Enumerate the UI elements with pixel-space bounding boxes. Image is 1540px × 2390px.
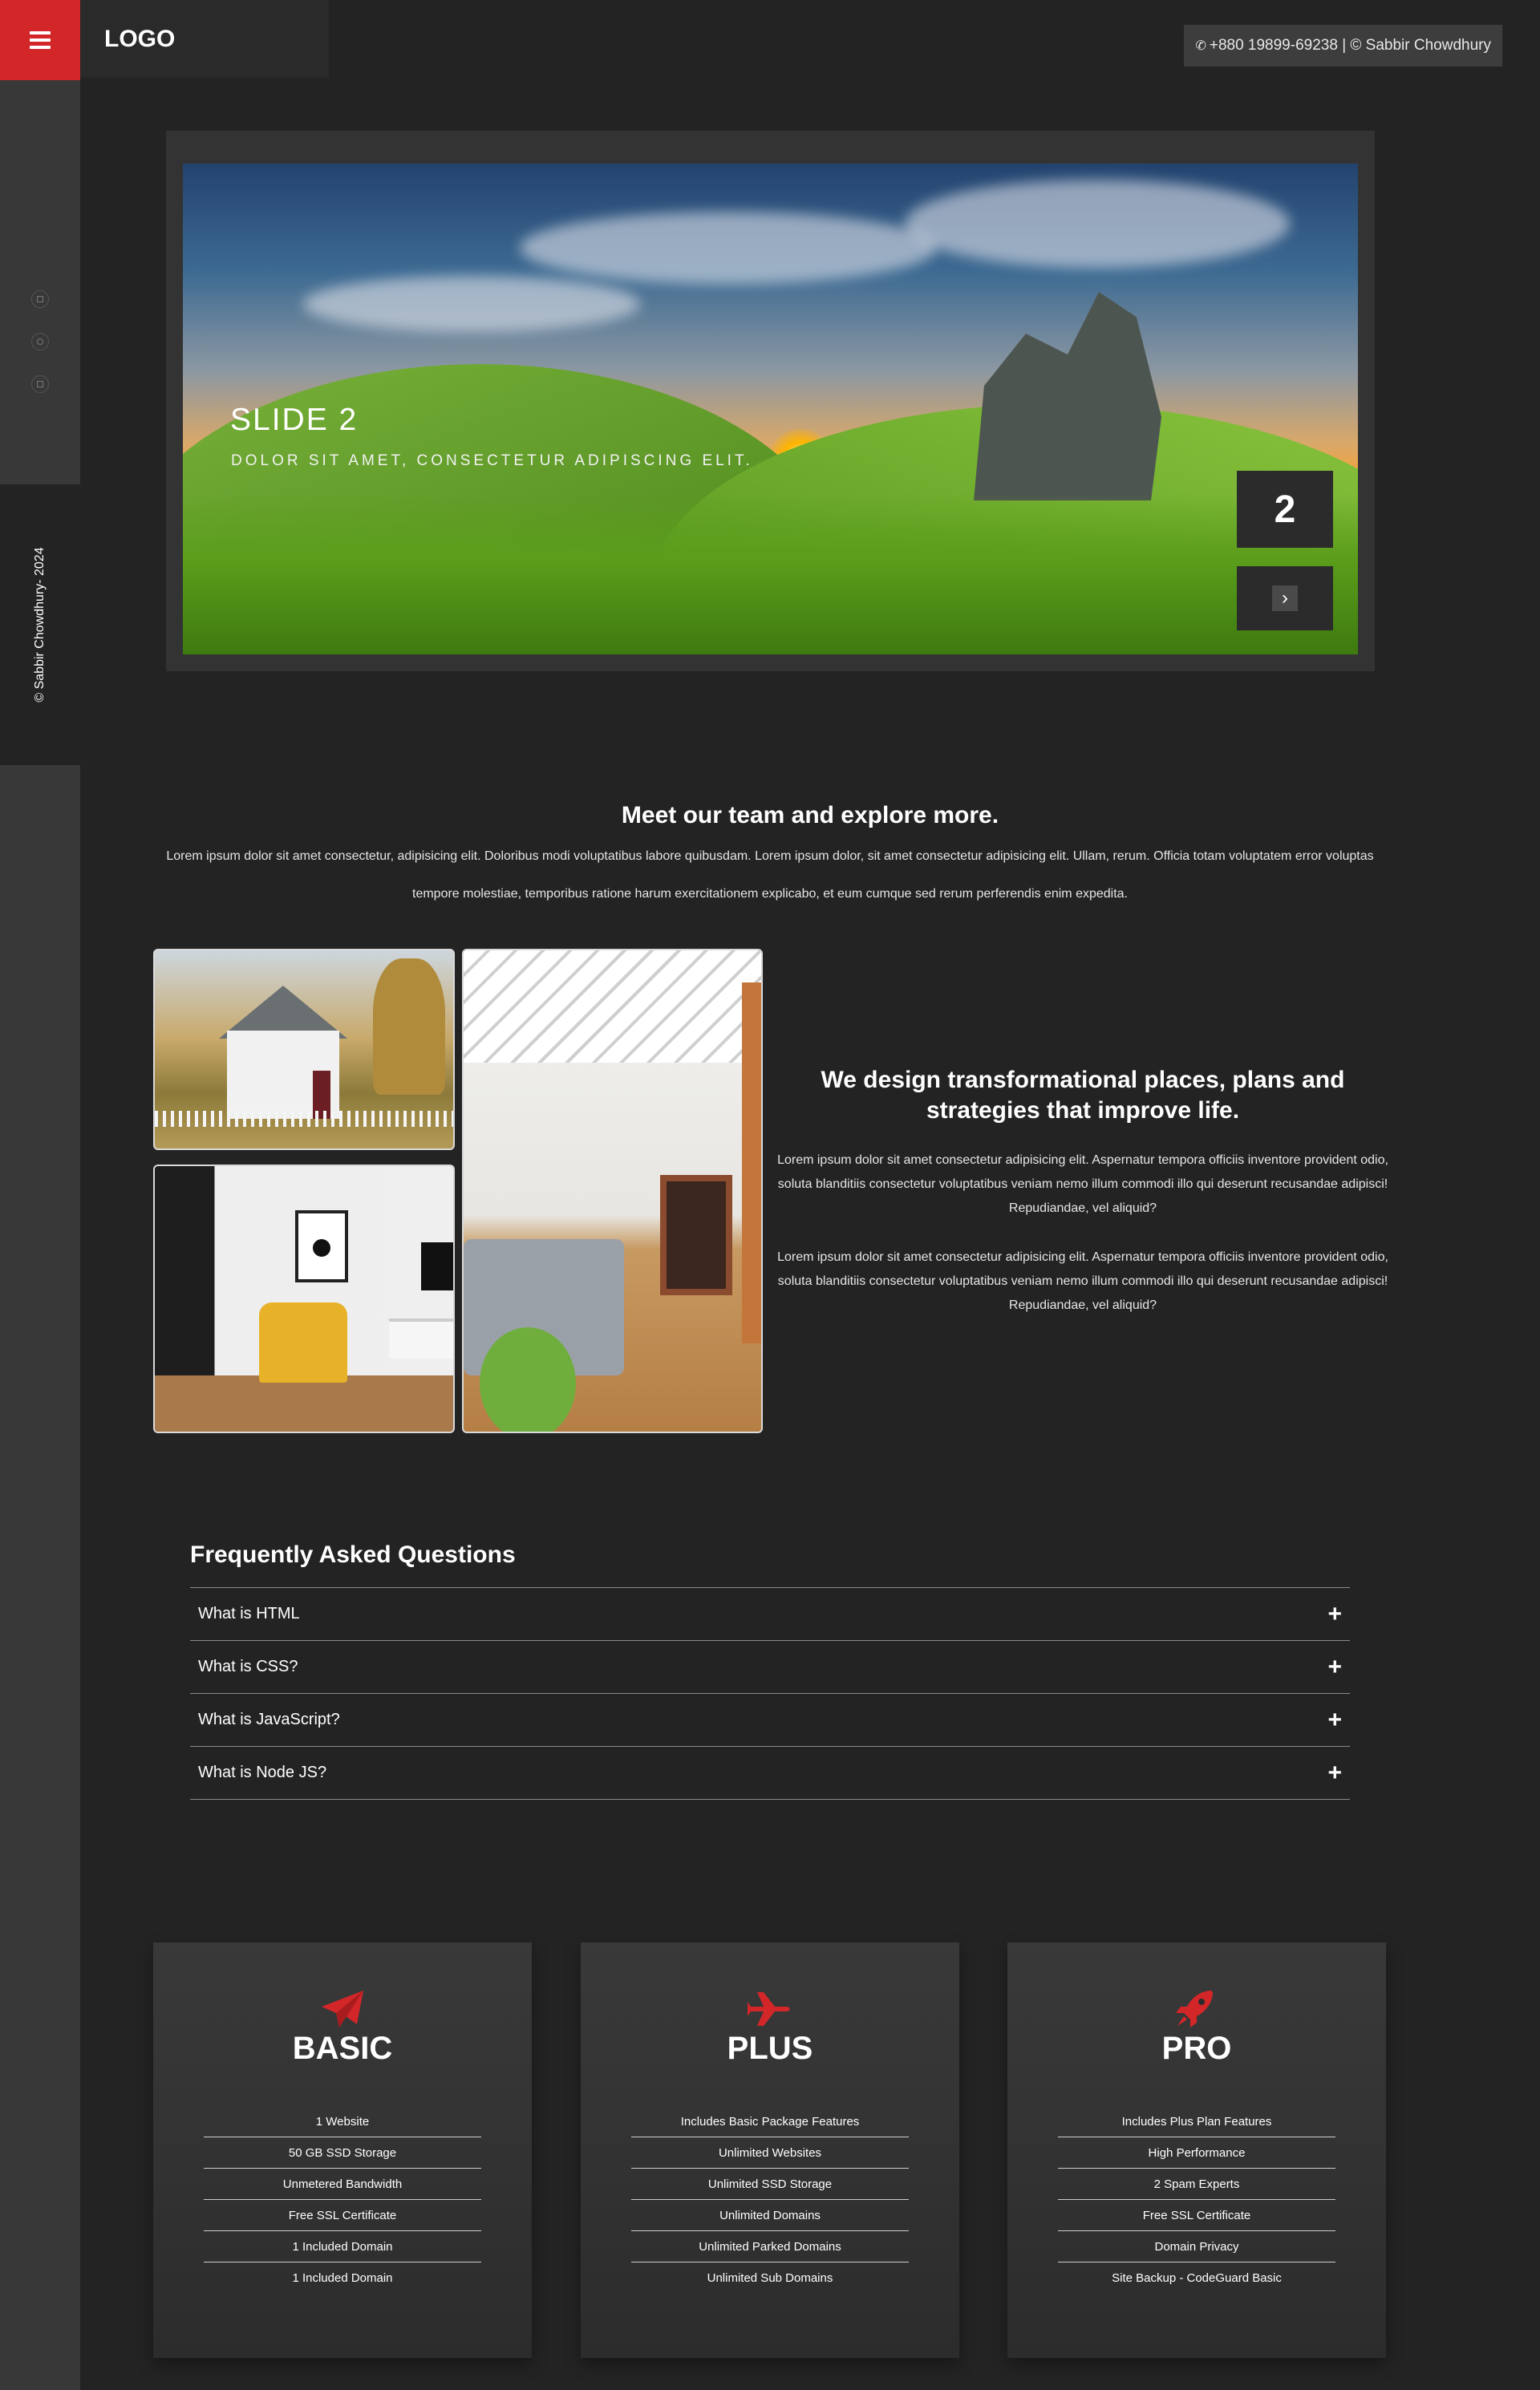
- feature-item: Free SSL Certificate: [204, 2200, 481, 2231]
- feature-item: Unlimited Domains: [631, 2200, 909, 2231]
- sidebar: © Sabbir Chowdhury- 2024: [0, 0, 80, 2390]
- plus-icon[interactable]: +: [1327, 1707, 1342, 1732]
- faq-question: What is CSS?: [198, 1658, 298, 1675]
- logo[interactable]: LOGO: [104, 26, 175, 53]
- feature-list: Includes Basic Package Features Unlimite…: [631, 2106, 909, 2294]
- design-paragraph-2: Lorem ipsum dolor sit amet consectetur a…: [777, 1250, 1388, 1312]
- feature-item: 1 Included Domain: [292, 2271, 393, 2285]
- faq-question: What is HTML: [198, 1605, 300, 1622]
- feature-item: Unmetered Bandwidth: [204, 2169, 481, 2200]
- pricing-card-plus[interactable]: PLUS Includes Basic Package Features Unl…: [581, 1942, 959, 2358]
- pricing-card-basic[interactable]: BASIC 1 Website 50 GB SSD Storage Unmete…: [153, 1942, 532, 2358]
- feature-item: High Performance: [1058, 2137, 1335, 2169]
- faq-item-css[interactable]: What is CSS? +: [190, 1641, 1350, 1694]
- contact-text: +880 19899-69238 | © Sabbir Chowdhury: [1209, 37, 1491, 54]
- feature-item: Domain Privacy: [1058, 2231, 1335, 2262]
- plus-icon[interactable]: +: [1327, 1602, 1342, 1626]
- menu-button[interactable]: [0, 0, 80, 80]
- paper-plane-icon: [322, 1991, 363, 2027]
- plan-name: PLUS: [727, 2031, 813, 2066]
- feature-item: Includes Basic Package Features: [631, 2106, 909, 2137]
- feature-item: Unlimited Websites: [631, 2137, 909, 2169]
- faq-question: What is Node JS?: [198, 1764, 327, 1781]
- feature-item: 2 Spam Experts: [1058, 2169, 1335, 2200]
- feature-item: 1 Website: [204, 2106, 481, 2137]
- rocket-icon: [1176, 1991, 1213, 2027]
- faq-list: What is HTML + What is CSS? + What is Ja…: [190, 1587, 1350, 1800]
- feature-item: Site Backup - CodeGuard Basic: [1112, 2271, 1282, 2285]
- faq-question: What is JavaScript?: [198, 1711, 340, 1728]
- slide-subtitle: DOLOR SIT AMET, CONSECTETUR ADIPISCING E…: [231, 452, 753, 469]
- instagram-icon[interactable]: [31, 333, 49, 350]
- chevron-right-icon: ›: [1272, 585, 1298, 611]
- plus-icon[interactable]: +: [1327, 1655, 1342, 1679]
- feature-item: 1 Included Domain: [204, 2231, 481, 2262]
- team-heading: Meet our team and explore more.: [621, 802, 999, 828]
- feature-item: Free SSL Certificate: [1058, 2200, 1335, 2231]
- chair-room-photo: [153, 1165, 455, 1433]
- pricing-card-pro[interactable]: PRO Includes Plus Plan Features High Per…: [1007, 1942, 1386, 2358]
- plan-name: BASIC: [292, 2031, 393, 2066]
- team-text: Lorem ipsum dolor sit amet consectetur, …: [166, 849, 1374, 901]
- feature-item: 50 GB SSD Storage: [204, 2137, 481, 2169]
- next-slide-button[interactable]: ›: [1237, 566, 1333, 630]
- feature-list: 1 Website 50 GB SSD Storage Unmetered Ba…: [204, 2106, 481, 2294]
- feature-item: Unlimited Parked Domains: [631, 2231, 909, 2262]
- sidebar-copyright: © Sabbir Chowdhury- 2024: [33, 547, 47, 703]
- feature-item: Unlimited SSD Storage: [631, 2169, 909, 2200]
- faq-item-nodejs[interactable]: What is Node JS? +: [190, 1747, 1350, 1800]
- faq-heading: Frequently Asked Questions: [190, 1541, 516, 1568]
- phone-icon: ✆: [1195, 39, 1206, 53]
- faq-item-html[interactable]: What is HTML +: [190, 1588, 1350, 1641]
- living-room-photo: [462, 949, 763, 1433]
- faq-item-javascript[interactable]: What is JavaScript? +: [190, 1694, 1350, 1747]
- airplane-icon: [748, 1992, 790, 2026]
- slide-number: 2: [1237, 471, 1333, 548]
- feature-item: Includes Plus Plan Features: [1058, 2106, 1335, 2137]
- feature-item: Unlimited Sub Domains: [707, 2271, 833, 2285]
- design-heading: We design transformational places, plans…: [821, 1067, 1345, 1124]
- plan-name: PRO: [1161, 2031, 1232, 2066]
- plus-icon[interactable]: +: [1327, 1760, 1342, 1785]
- facebook-icon[interactable]: [31, 290, 49, 308]
- linkedin-icon[interactable]: [31, 375, 49, 393]
- house-photo: [153, 949, 455, 1150]
- design-paragraph-1: Lorem ipsum dolor sit amet consectetur a…: [777, 1153, 1388, 1215]
- slide-title: SLIDE 2: [230, 403, 359, 437]
- feature-list: Includes Plus Plan Features High Perform…: [1058, 2106, 1335, 2294]
- hamburger-icon: [30, 31, 51, 49]
- contact-badge: ✆ +880 19899-69238 | © Sabbir Chowdhury: [1184, 25, 1502, 67]
- slide-image: [183, 164, 1358, 654]
